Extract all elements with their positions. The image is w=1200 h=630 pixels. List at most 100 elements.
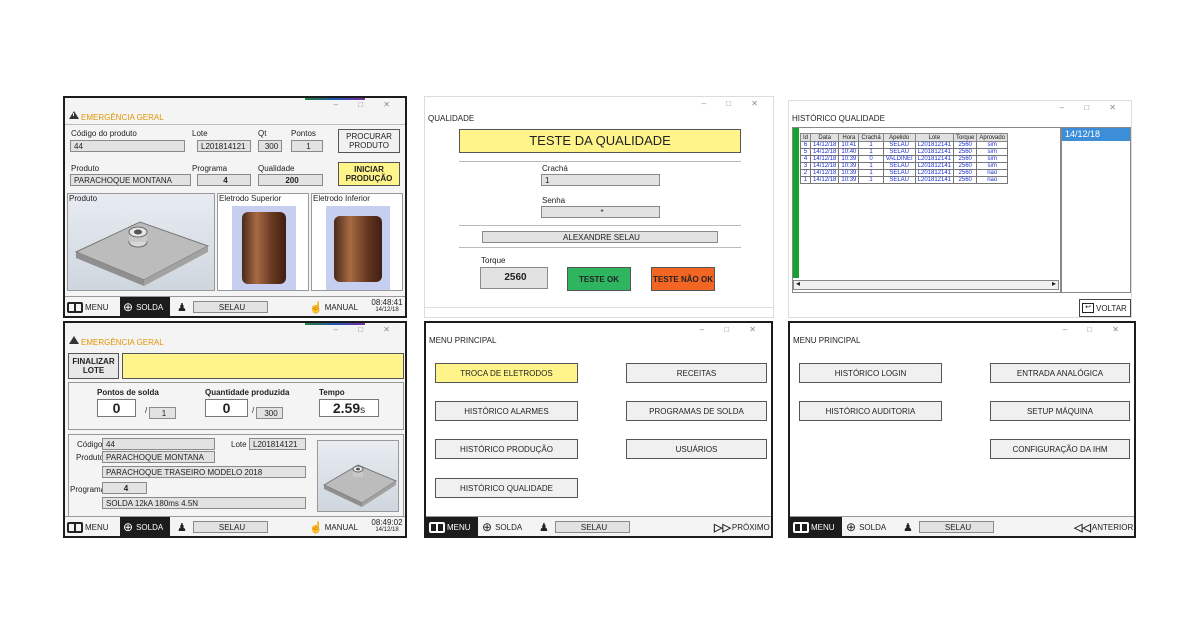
main-menu-window-2: – □ ✕ MENU PRINCIPAL HISTÓRICO LOGIN HIS… xyxy=(788,321,1136,538)
history-table[interactable]: Id Data Hora Crachá Apelido Lote Torque Aprovad… xyxy=(799,133,1009,184)
qualidade-field[interactable]: 200 xyxy=(258,174,323,186)
qtd-value: 0 xyxy=(205,399,248,417)
operator-icon: ♟ xyxy=(177,302,187,314)
solda-label: SOLDA xyxy=(136,302,164,312)
history-table-panel: Id Data Hora Crachá Apelido Lote Torque Aprovad… xyxy=(792,127,1061,293)
weld-icon: ⊕ xyxy=(123,520,134,534)
window-controls[interactable]: – □ ✕ xyxy=(334,325,399,334)
historico-auditoria-button[interactable]: HISTÓRICO AUDITORIA xyxy=(799,401,942,421)
manual-button[interactable]: ☝ MANUAL xyxy=(309,517,361,536)
anterior-button[interactable]: ◁◁ ANTERIOR xyxy=(1074,517,1134,536)
date-item-selected[interactable]: 14/12/18 xyxy=(1062,128,1130,141)
status-bar: MENU ⊕ SOLDA ♟ SELAU ▷▷ PRÓXIMO xyxy=(426,516,771,536)
produto-field: PARACHOQUE MONTANA xyxy=(102,451,215,463)
table-header[interactable]: Id xyxy=(799,133,812,142)
table-cell: nao xyxy=(976,169,1009,177)
window-title: MENU PRINCIPAL xyxy=(793,336,861,345)
tempo-label: Tempo xyxy=(319,388,345,397)
menu-grid-icon xyxy=(67,521,83,533)
menu-button[interactable]: MENU xyxy=(67,517,117,536)
window-controls[interactable]: – □ ✕ xyxy=(1063,325,1128,334)
configuracao-ihm-button[interactable]: CONFIGURAÇÃO DA IHM xyxy=(990,439,1130,459)
historico-login-button[interactable]: HISTÓRICO LOGIN xyxy=(799,363,942,383)
historico-qualidade-button[interactable]: HISTÓRICO QUALIDADE xyxy=(435,478,578,498)
table-header[interactable]: Hora xyxy=(838,133,860,142)
procurar-produto-button[interactable]: PROCURAR PRODUTO xyxy=(338,129,400,153)
produto-field[interactable]: PARACHOQUE MONTANA xyxy=(70,174,191,186)
proximo-button[interactable]: ▷▷ PRÓXIMO xyxy=(714,517,771,536)
qtd-total: 300 xyxy=(256,407,283,419)
programa-desc-field: SOLDA 12kA 180ms 4.5N xyxy=(102,497,306,509)
codigo-field[interactable]: 44 xyxy=(70,140,185,152)
entrada-analogica-button[interactable]: ENTRADA ANALÓGICA xyxy=(990,363,1130,383)
qt-field[interactable]: 300 xyxy=(258,140,282,152)
quality-heading: TESTE DA QUALIDADE xyxy=(459,129,741,153)
cracha-field[interactable]: 1 xyxy=(541,174,660,186)
programa-label: Programa xyxy=(192,164,228,173)
table-header[interactable]: Lote xyxy=(914,133,955,142)
window-controls[interactable]: – □ ✕ xyxy=(334,100,399,109)
solda-button[interactable]: ⊕ SOLDA xyxy=(120,517,170,536)
table-cell: L201812141 xyxy=(914,162,955,170)
emergency-alert: EMERGÊNCIA GERAL xyxy=(81,113,164,122)
table-header[interactable]: Torque xyxy=(953,133,978,142)
operator-icon: ♟ xyxy=(539,522,549,534)
window-controls[interactable]: – □ ✕ xyxy=(1060,103,1125,112)
table-cell: L201812141 xyxy=(914,169,955,177)
horizontal-scrollbar[interactable]: ◂ ▸ xyxy=(793,279,1059,290)
table-header[interactable]: Data xyxy=(810,133,840,142)
table-row[interactable]: 3 14/12/18 10:39 1 SELAU L201812141 2560 sim xyxy=(799,162,1009,170)
manual-button[interactable]: ☝ MANUAL xyxy=(309,297,361,316)
double-chevron-right-icon: ▷▷ xyxy=(714,521,731,534)
lote-label: Lote xyxy=(192,129,208,138)
solda-button[interactable]: ⊕ SOLDA xyxy=(846,517,896,536)
menu-button[interactable]: MENU xyxy=(426,517,478,536)
table-cell: 10:39 xyxy=(838,169,860,177)
troca-eletrodos-button[interactable]: TROCA DE ELETRODOS xyxy=(435,363,578,383)
table-cell: 14/12/18 xyxy=(810,141,840,149)
tempo-unit: s xyxy=(360,405,366,416)
historico-producao-button[interactable]: HISTÓRICO PRODUÇÃO xyxy=(435,439,578,459)
table-row[interactable]: 1 14/12/18 10:39 1 SELAU L201812141 2560 nao xyxy=(799,176,1009,184)
receitas-button[interactable]: RECEITAS xyxy=(626,363,767,383)
menu-label: MENU xyxy=(447,522,471,532)
table-row[interactable]: 4 14/12/18 10:39 0 VALDINEI L201812141 2560 sim xyxy=(799,155,1009,163)
usuarios-button[interactable]: USUÁRIOS xyxy=(626,439,767,459)
table-row[interactable]: 6 14/12/18 10:41 1 SELAU L201812141 2560 sim xyxy=(799,141,1009,149)
setup-maquina-button[interactable]: SETUP MÁQUINA xyxy=(990,401,1130,421)
table-cell: sim xyxy=(976,162,1009,170)
qualidade-label: Qualidade xyxy=(258,164,295,173)
iniciar-producao-button[interactable]: INICIAR PRODUÇÃO xyxy=(338,162,400,186)
table-row[interactable]: 2 14/12/18 10:39 1 SELAU L201812141 2560 nao xyxy=(799,169,1009,177)
window-controls[interactable]: – □ ✕ xyxy=(702,99,767,108)
pontos-value: 0 xyxy=(97,399,136,417)
teste-ok-button[interactable]: TESTE OK xyxy=(567,267,631,291)
solda-button[interactable]: ⊕ SOLDA xyxy=(120,297,170,316)
menu-button[interactable]: MENU xyxy=(790,517,842,536)
table-cell: 14/12/18 xyxy=(810,162,840,170)
programa-field[interactable]: 4 xyxy=(197,174,251,186)
finalizar-lote-button[interactable]: FINALIZAR LOTE xyxy=(68,353,119,379)
table-row[interactable]: 5 14/12/18 10:40 1 SELAU L201812141 2560 sim xyxy=(799,148,1009,156)
manual-label: MANUAL xyxy=(324,522,359,532)
weld-icon: ⊕ xyxy=(123,300,134,314)
weld-icon: ⊕ xyxy=(482,520,493,534)
historico-alarmes-button[interactable]: HISTÓRICO ALARMES xyxy=(435,401,578,421)
pontos-field[interactable]: 1 xyxy=(291,140,323,152)
user-field: SELAU xyxy=(193,521,268,533)
senha-field[interactable]: * xyxy=(541,206,660,218)
table-header[interactable]: Apelido xyxy=(882,133,916,142)
anterior-label: ANTERIOR xyxy=(1091,522,1134,532)
window-controls[interactable]: – □ ✕ xyxy=(700,325,765,334)
programas-solda-button[interactable]: PROGRAMAS DE SOLDA xyxy=(626,401,767,421)
voltar-button[interactable]: ↩ VOLTAR xyxy=(1079,299,1131,317)
teste-nao-ok-button[interactable]: TESTE NÃO OK xyxy=(651,267,715,291)
solda-button[interactable]: ⊕ SOLDA xyxy=(482,517,532,536)
date-list[interactable]: 14/12/18 xyxy=(1061,127,1131,293)
menu-button[interactable]: MENU xyxy=(67,297,117,316)
menu-label: MENU xyxy=(85,522,109,532)
table-header[interactable]: Aprovado xyxy=(976,133,1009,142)
lote-field[interactable]: L201814121 xyxy=(197,140,251,152)
table-header[interactable]: Crachá xyxy=(858,133,884,142)
cracha-label: Crachá xyxy=(542,164,568,173)
